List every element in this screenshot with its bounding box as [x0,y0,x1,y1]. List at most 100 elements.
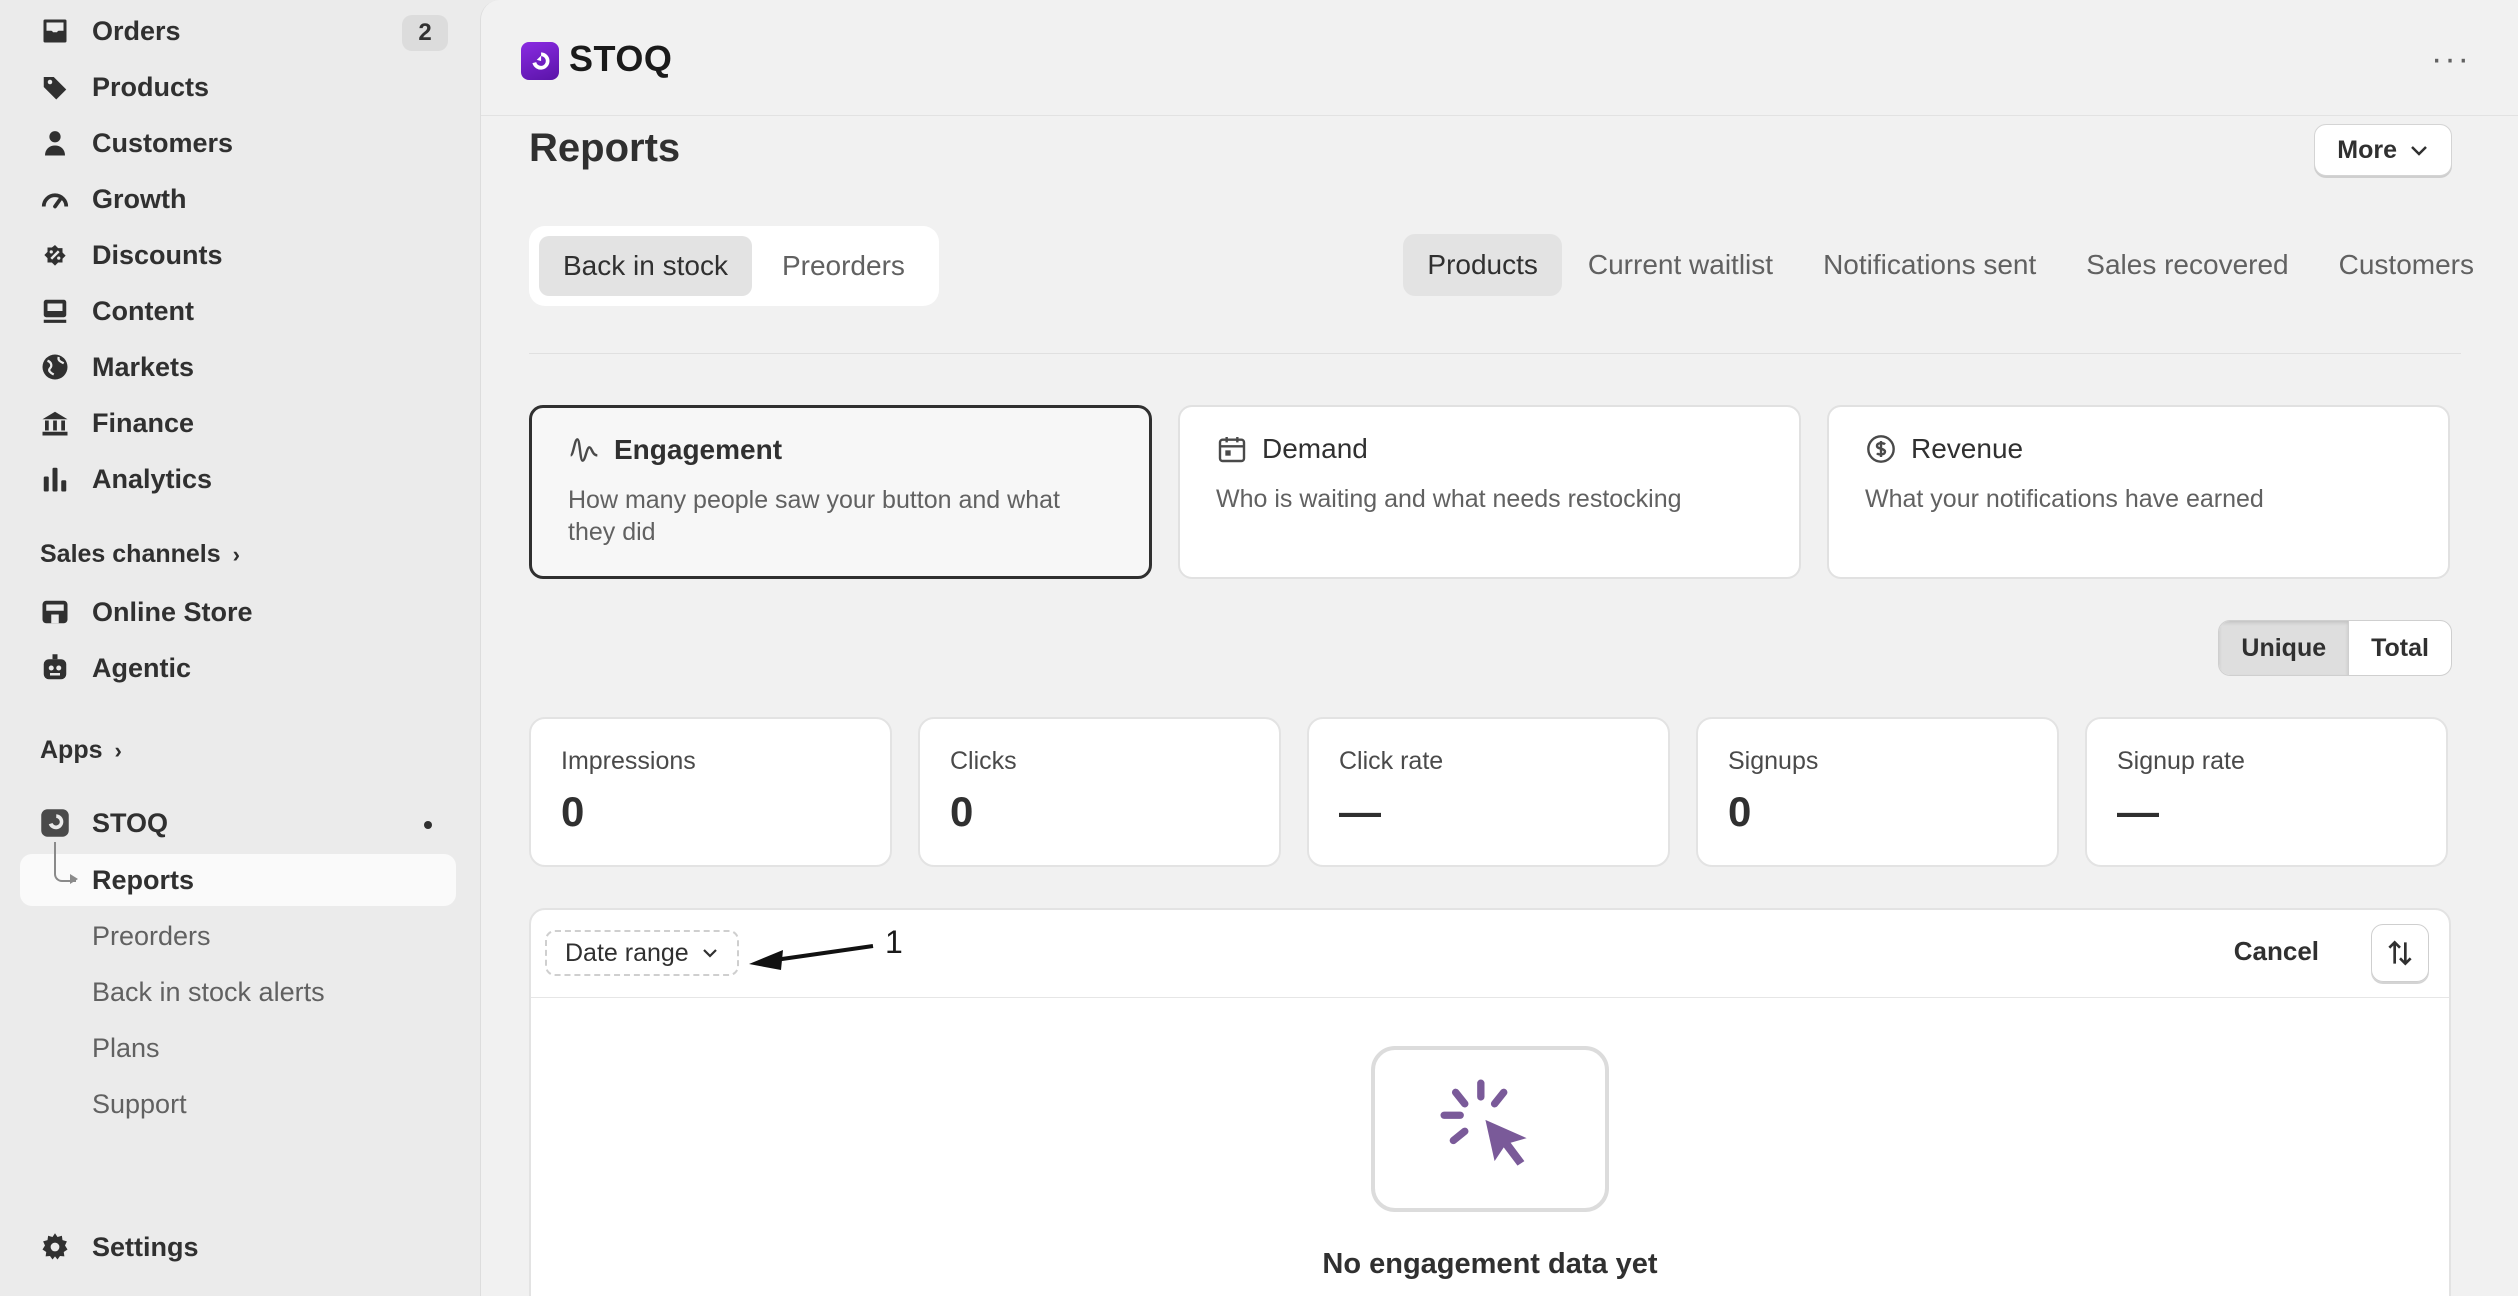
category-card-revenue[interactable]: Revenue What your notifications have ear… [1827,405,2450,579]
gear-icon [38,1230,72,1264]
toggle-total[interactable]: Total [2348,621,2451,675]
stoq-logo-icon [521,42,559,80]
sidebar-item-customers[interactable]: Customers [20,118,456,168]
sales-channels-heading[interactable]: Sales channels › [40,540,240,569]
divider [529,353,2461,354]
tab-products[interactable]: Products [1403,234,1562,296]
category-card-demand[interactable]: Demand Who is waiting and what needs res… [1178,405,1801,579]
dollar-circle-icon [1867,435,1895,463]
app-name: STOQ [569,38,673,79]
sidebar-subitem-reports[interactable]: Reports [20,854,456,906]
metric-label: Signup rate [2117,747,2245,775]
sidebar-item-content[interactable]: Content [20,286,456,336]
tab-current-waitlist[interactable]: Current waitlist [1564,234,1797,296]
unique-total-toggle: Unique Total [2218,620,2452,676]
report-type-segmented: Back in stock Preorders [529,226,939,306]
metric-card-impressions: Impressions 0 [529,717,892,867]
chevron-right-icon: › [232,541,240,567]
report-tabs: Products Current waitlist Notifications … [1403,234,2498,296]
sidebar-item-label: Online Store [92,596,253,627]
chevron-right-icon: › [114,737,122,763]
engagement-panel: Date range 1 Cancel No engagement data y… [529,908,2451,1296]
sidebar-item-orders[interactable]: Orders 2 [20,6,456,56]
sidebar-item-label: Products [92,71,210,102]
apps-heading[interactable]: Apps › [40,736,122,765]
metric-value: — [1339,788,1381,835]
annotation-number: 1 [885,924,903,960]
sidebar-item-growth[interactable]: Growth [20,174,456,224]
stoq-icon [38,806,72,840]
tag-icon [38,70,72,104]
sidebar-subitem-preorders[interactable]: Preorders [20,910,456,962]
category-card-engagement[interactable]: Engagement How many people saw your butt… [529,405,1152,579]
tab-sales-recovered[interactable]: Sales recovered [2062,234,2312,296]
sidebar-item-label: Growth [92,183,187,214]
sidebar-item-finance[interactable]: Finance [20,398,456,448]
segment-back-in-stock[interactable]: Back in stock [539,236,752,296]
more-actions-icon[interactable]: ··· [2431,40,2471,79]
sidebar-item-label: Analytics [92,463,213,494]
sidebar-item-settings[interactable]: Settings [20,1222,456,1272]
date-range-filter[interactable]: Date range [545,930,739,976]
more-button[interactable]: More [2314,124,2452,176]
bank-icon [38,406,72,440]
chevron-down-icon [702,949,717,958]
sidebar-item-online-store[interactable]: Online Store [20,587,456,637]
sort-button[interactable] [2371,924,2429,982]
tab-customers[interactable]: Customers [2315,234,2498,296]
inbox-icon [38,14,72,48]
tab-notifications-sent[interactable]: Notifications sent [1799,234,2060,296]
sidebar-item-stoq-app[interactable]: STOQ [20,798,456,848]
tree-arrow [70,874,78,884]
orders-count-badge: 2 [402,15,448,51]
bar-chart-icon [38,462,72,496]
sidebar-subitem-back-in-stock[interactable]: Back in stock alerts [20,966,456,1018]
metric-label: Signups [1728,747,1819,775]
sidebar-subitem-plans[interactable]: Plans [20,1022,456,1074]
metric-value: 0 [561,788,585,835]
annotation-arrow [749,944,874,970]
empty-state-title: No engagement data yet [1322,1248,1658,1280]
sort-arrows-icon [2388,940,2412,966]
sidebar-item-label: Markets [92,351,195,382]
metric-value: 0 [1728,788,1752,835]
sidebar-item-label: Customers [92,127,234,158]
metric-value: 0 [950,788,974,835]
metric-label: Impressions [561,747,696,775]
sidebar: Orders 2 Products Customers Growth Disco… [0,0,480,1296]
category-title: Engagement [614,434,783,465]
cancel-button[interactable]: Cancel [2234,936,2319,967]
toggle-unique[interactable]: Unique [2219,621,2349,675]
app-topbar: STOQ ··· [481,0,2518,116]
sidebar-item-label: Finance [92,407,195,438]
sidebar-subitem-support[interactable]: Support [20,1078,456,1130]
metric-card-clicks: Clicks 0 [918,717,1281,867]
metric-value: — [2117,788,2159,835]
empty-state-illustration [1371,1046,1609,1212]
category-description: What your notifications have earned [1865,485,2264,513]
metric-card-click-rate: Click rate — [1307,717,1670,867]
sidebar-item-agentic[interactable]: Agentic [20,643,456,693]
sidebar-item-label: Settings [92,1231,199,1262]
sidebar-item-label: STOQ [92,807,169,838]
sidebar-item-discounts[interactable]: Discounts [20,230,456,280]
sidebar-item-label: Orders [92,15,181,46]
sidebar-item-label: Discounts [92,239,223,270]
calendar-icon [1218,437,1246,463]
sidebar-item-analytics[interactable]: Analytics [20,454,456,504]
metric-card-signups: Signups 0 [1696,717,2059,867]
chevron-down-icon [2411,146,2427,156]
store-icon [38,595,72,629]
sidebar-item-products[interactable]: Products [20,62,456,112]
sidebar-item-markets[interactable]: Markets [20,342,456,392]
panel-toolbar: Date range 1 Cancel [531,910,2449,998]
globe-icon [38,350,72,384]
metric-card-signup-rate: Signup rate — [2085,717,2448,867]
app-pinned-dot [424,821,432,829]
segment-preorders[interactable]: Preorders [758,236,929,296]
sidebar-item-label: Content [92,295,194,326]
metric-label: Clicks [950,747,1017,775]
gauge-icon [38,182,72,216]
cursor-click-icon [1440,1079,1527,1166]
category-description: How many people saw your button and what… [568,486,1060,546]
